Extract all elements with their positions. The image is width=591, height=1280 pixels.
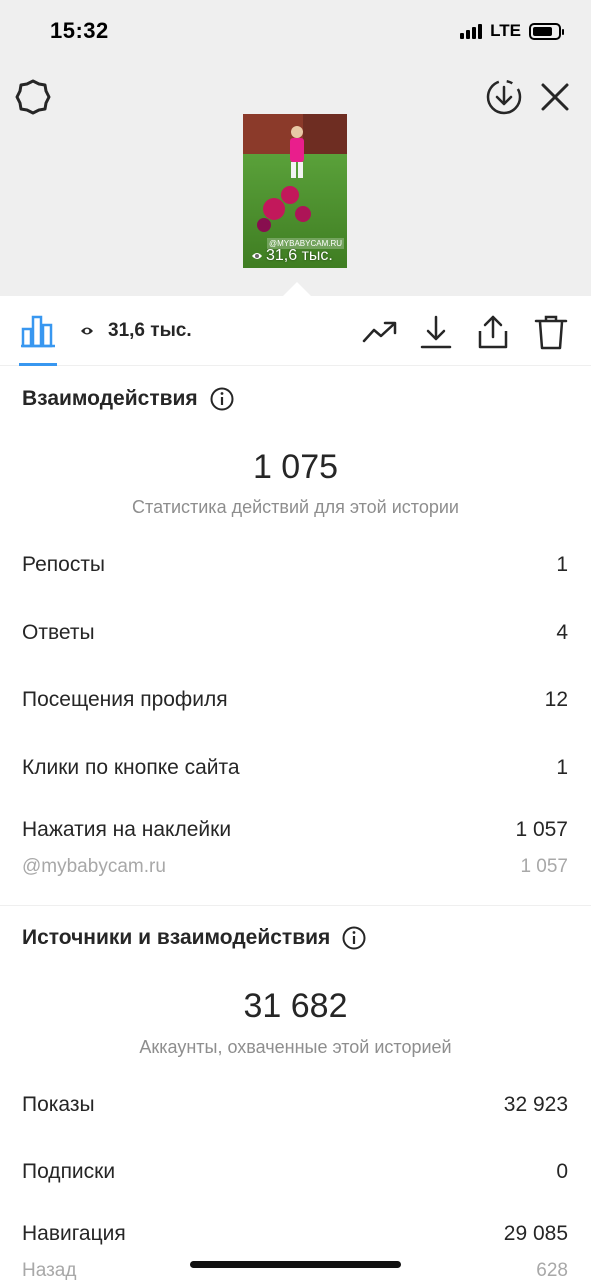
story-preview-header: 15:32 LTE @MYBABYCAM.RU 31,6 тыс. <box>0 0 591 296</box>
list-subitem: @mybabycam.ru 1 057 <box>22 856 568 877</box>
thumbnail-views: 31,6 тыс. <box>251 247 333 265</box>
close-icon[interactable] <box>538 80 572 114</box>
gear-icon[interactable] <box>14 78 52 116</box>
list-item: Ответы 4 <box>22 621 568 644</box>
share-icon[interactable] <box>474 313 512 351</box>
bar-chart-icon[interactable] <box>20 314 58 348</box>
section-divider <box>0 905 591 906</box>
list-item: Подписки 0 <box>22 1160 568 1183</box>
info-icon[interactable] <box>342 926 366 950</box>
interactions-total: 1 075 <box>252 448 339 486</box>
info-icon[interactable] <box>210 387 234 411</box>
eye-icon <box>252 253 262 259</box>
thumbnail-pointer <box>282 282 312 297</box>
views-count: 31,6 тыс. <box>108 320 192 341</box>
list-item: Нажатия на наклейки 1 057 <box>22 818 568 841</box>
views-summary: 31,6 тыс. <box>80 320 192 342</box>
signal-icon <box>460 23 483 39</box>
home-indicator[interactable] <box>190 1261 401 1268</box>
list-item: Клики по кнопке сайта 1 <box>22 756 568 779</box>
discovery-caption: Аккаунты, охваченные этой историей <box>139 1037 452 1057</box>
story-thumbnail[interactable]: @MYBABYCAM.RU 31,6 тыс. <box>243 114 347 268</box>
trending-icon[interactable] <box>361 313 399 351</box>
eye-icon <box>81 327 93 335</box>
list-item: Показы 32 923 <box>22 1093 568 1116</box>
battery-icon <box>529 22 564 40</box>
insights-toolbar: 31,6 тыс. <box>0 296 591 366</box>
network-label: LTE <box>490 21 521 40</box>
status-time: 15:32 <box>50 18 109 43</box>
download-icon[interactable] <box>417 313 455 351</box>
download-circle-icon[interactable] <box>485 78 523 116</box>
status-indicators: LTE <box>460 21 564 41</box>
active-tab-indicator <box>19 363 57 366</box>
discovery-total: 31 682 <box>243 987 348 1025</box>
list-item: Навигация 29 085 <box>22 1222 568 1245</box>
trash-icon[interactable] <box>532 313 570 351</box>
list-item: Посещения профиля 12 <box>22 688 568 711</box>
list-item: Репосты 1 <box>22 553 568 576</box>
interactions-heading: Взаимодействия <box>22 387 234 411</box>
discovery-heading: Источники и взаимодействия <box>22 926 366 950</box>
interactions-caption: Статистика действий для этой истории <box>132 497 459 517</box>
